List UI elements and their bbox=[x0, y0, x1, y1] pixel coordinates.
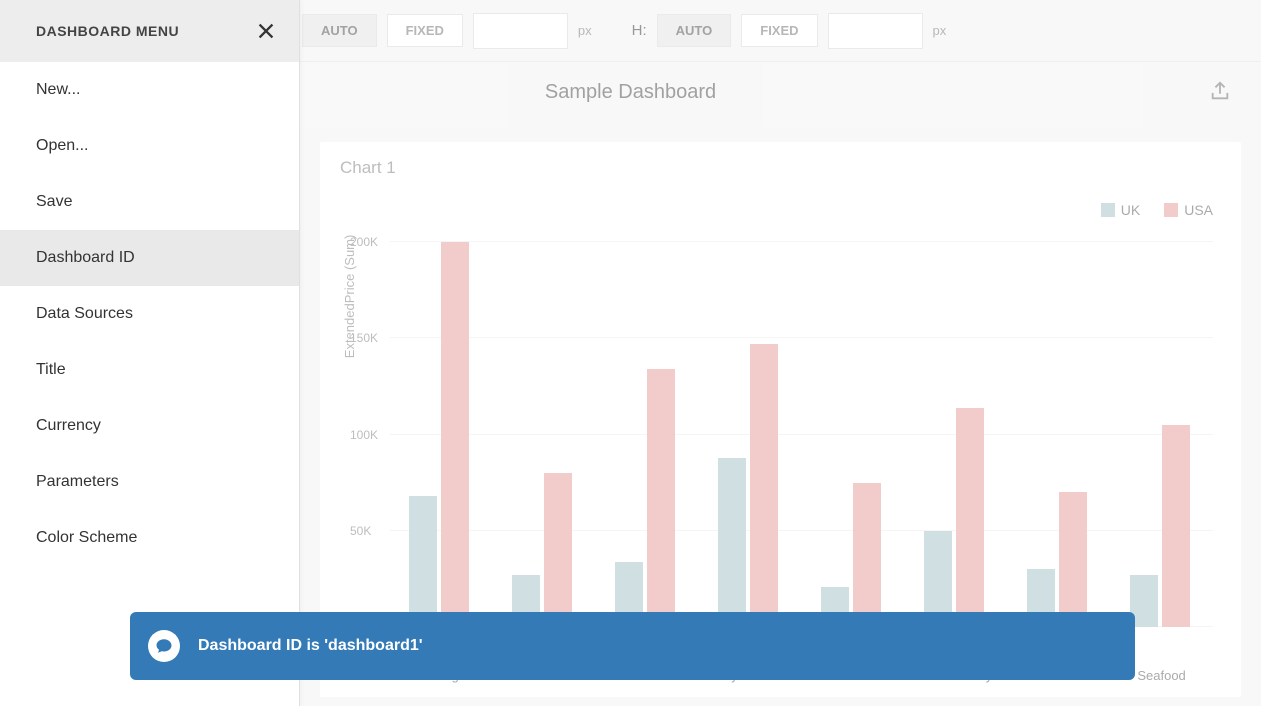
bar-usa-0[interactable] bbox=[441, 242, 469, 627]
menu-item-parameters[interactable]: Parameters bbox=[0, 454, 299, 510]
width-auto-button[interactable]: AUTO bbox=[302, 14, 377, 47]
notification-toast[interactable]: Dashboard ID is 'dashboard1' bbox=[130, 612, 1135, 680]
height-fixed-button[interactable]: FIXED bbox=[741, 14, 817, 47]
chart-title: Chart 1 bbox=[340, 158, 1221, 178]
bar-uk-0[interactable] bbox=[409, 496, 437, 627]
export-icon[interactable] bbox=[1209, 80, 1231, 102]
bar-usa-7[interactable] bbox=[1162, 425, 1190, 627]
close-icon[interactable] bbox=[255, 20, 277, 42]
bar-usa-1[interactable] bbox=[544, 473, 572, 627]
bar-usa-6[interactable] bbox=[1059, 492, 1087, 627]
bar-usa-2[interactable] bbox=[647, 369, 675, 627]
legend-swatch-uk bbox=[1101, 203, 1115, 217]
height-auto-button[interactable]: AUTO bbox=[657, 14, 732, 47]
width-input[interactable] bbox=[473, 13, 568, 49]
dashboard-menu-panel: DASHBOARD MENU New...Open...SaveDashboar… bbox=[0, 0, 300, 706]
toast-message: Dashboard ID is 'dashboard1' bbox=[198, 637, 423, 655]
menu-item-new[interactable]: New... bbox=[0, 62, 299, 118]
dashboard-title: Sample Dashboard bbox=[545, 81, 716, 104]
legend-label: USA bbox=[1184, 202, 1213, 218]
legend-swatch-usa bbox=[1164, 203, 1178, 217]
width-control-group: AUTO FIXED px bbox=[302, 13, 592, 49]
y-tick-label: 100K bbox=[350, 428, 378, 442]
menu-item-color-scheme[interactable]: Color Scheme bbox=[0, 510, 299, 566]
speech-bubble-icon bbox=[148, 630, 180, 662]
height-control-group: H: AUTO FIXED px bbox=[632, 13, 947, 49]
menu-item-title[interactable]: Title bbox=[0, 342, 299, 398]
height-label: H: bbox=[632, 22, 647, 39]
width-unit-label: px bbox=[578, 23, 592, 38]
legend-item-uk[interactable]: UK bbox=[1101, 202, 1140, 218]
y-tick-label: 200K bbox=[350, 235, 378, 249]
gridline bbox=[390, 530, 1213, 531]
chart-plot-area: 0K50K100K150K200KBeveragesCondimentsConf… bbox=[390, 242, 1213, 627]
gridline bbox=[390, 337, 1213, 338]
bar-usa-3[interactable] bbox=[750, 344, 778, 627]
x-tick-label: Seafood bbox=[1137, 668, 1185, 683]
menu-item-currency[interactable]: Currency bbox=[0, 398, 299, 454]
menu-item-data-sources[interactable]: Data Sources bbox=[0, 286, 299, 342]
menu-item-dashboard-id[interactable]: Dashboard ID bbox=[0, 230, 299, 286]
menu-item-save[interactable]: Save bbox=[0, 174, 299, 230]
legend-label: UK bbox=[1121, 202, 1140, 218]
width-fixed-button[interactable]: FIXED bbox=[387, 14, 463, 47]
y-tick-label: 150K bbox=[350, 331, 378, 345]
y-tick-label: 50K bbox=[350, 524, 371, 538]
chart-legend: UK USA bbox=[1101, 202, 1213, 218]
gridline bbox=[390, 241, 1213, 242]
gridline bbox=[390, 434, 1213, 435]
bar-usa-4[interactable] bbox=[853, 483, 881, 627]
height-input[interactable] bbox=[828, 13, 923, 49]
legend-item-usa[interactable]: USA bbox=[1164, 202, 1213, 218]
menu-header: DASHBOARD MENU bbox=[0, 0, 299, 62]
height-unit-label: px bbox=[933, 23, 947, 38]
menu-title: DASHBOARD MENU bbox=[36, 23, 179, 39]
menu-item-open[interactable]: Open... bbox=[0, 118, 299, 174]
bar-usa-5[interactable] bbox=[956, 408, 984, 627]
bar-uk-3[interactable] bbox=[718, 458, 746, 627]
